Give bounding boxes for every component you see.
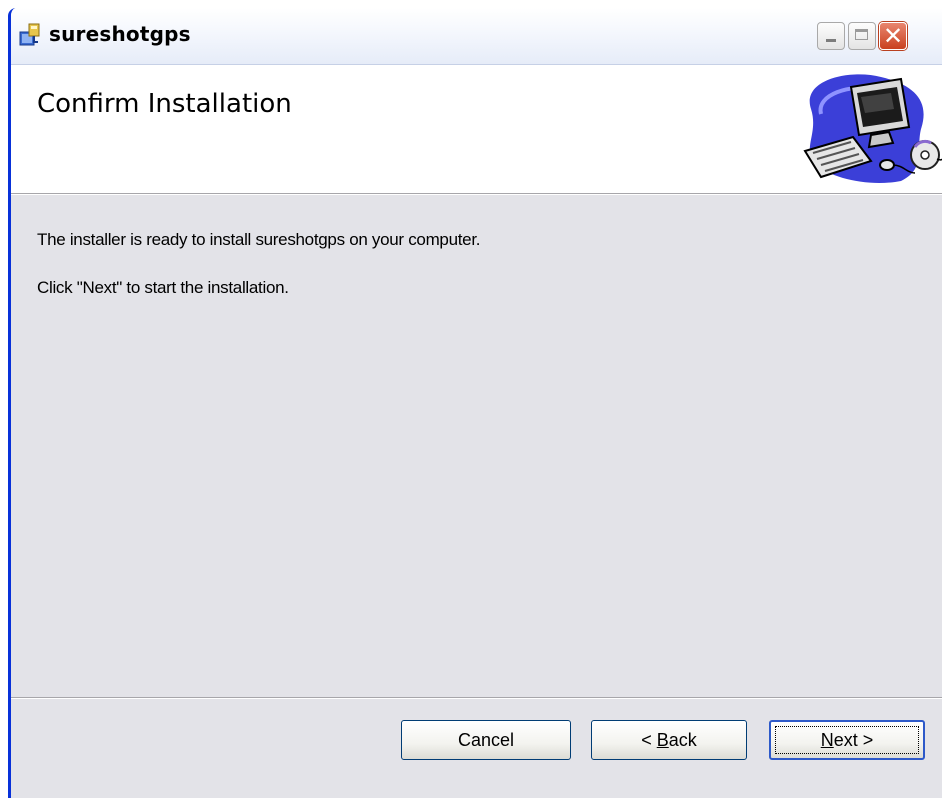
title-bar[interactable]: sureshotgps ✕ xyxy=(11,8,942,65)
button-bar: Cancel < Back Next > xyxy=(11,697,942,798)
maximize-button[interactable] xyxy=(848,22,876,50)
page-title: Confirm Installation xyxy=(37,89,292,119)
installer-window: sureshotgps ✕ Confirm Installation The i… xyxy=(8,8,942,798)
next-button[interactable]: Next > xyxy=(769,720,925,760)
back-button-prefix: < xyxy=(641,730,657,750)
back-button-accelerator: B xyxy=(656,730,669,750)
window-title: sureshotgps xyxy=(49,22,191,46)
maximize-icon xyxy=(855,29,868,40)
instruction-message: Click "Next" to start the installation. xyxy=(37,278,289,297)
cancel-button[interactable]: Cancel xyxy=(401,720,571,760)
back-button-rest: ack xyxy=(668,730,697,750)
minimize-button[interactable] xyxy=(817,22,845,50)
minimize-icon xyxy=(826,39,836,42)
header-banner: Confirm Installation xyxy=(11,65,942,194)
installer-icon xyxy=(19,23,40,46)
ready-message: The installer is ready to install suresh… xyxy=(37,230,481,249)
focus-rectangle xyxy=(775,726,919,754)
content-area: The installer is ready to install suresh… xyxy=(11,195,942,697)
computer-cd-icon xyxy=(803,74,942,184)
close-button[interactable]: ✕ xyxy=(879,22,907,50)
close-icon: ✕ xyxy=(883,22,904,50)
cancel-button-label: Cancel xyxy=(457,730,515,750)
back-button[interactable]: < Back xyxy=(591,720,747,760)
